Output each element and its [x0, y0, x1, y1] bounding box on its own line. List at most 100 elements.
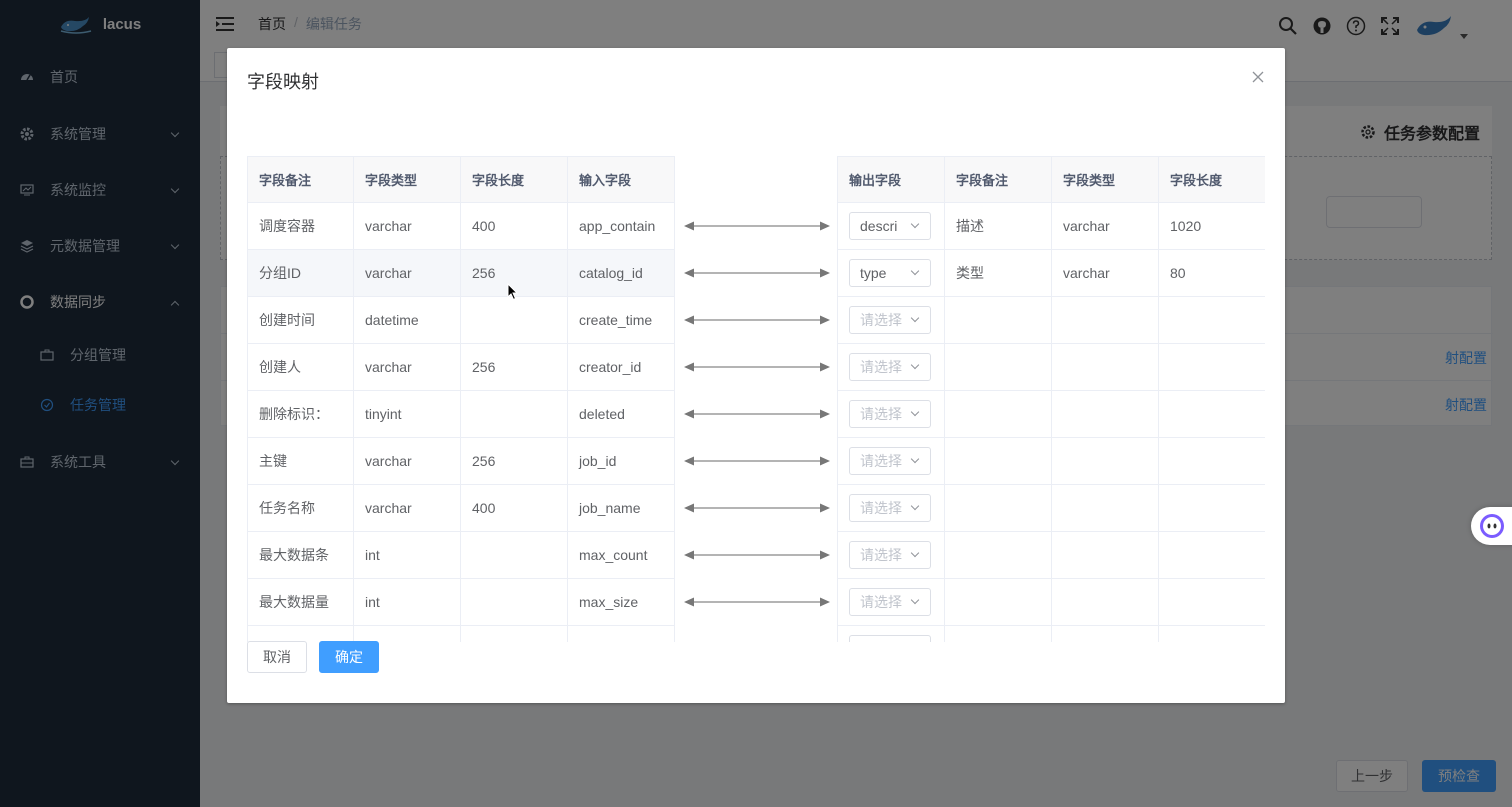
- table-cell: 主键: [247, 437, 354, 485]
- sidebar-mask: [0, 0, 200, 807]
- table-cell: varchar: [353, 202, 461, 250]
- mouse-cursor-icon: [507, 283, 519, 301]
- confirm-button[interactable]: 确定: [319, 641, 379, 673]
- double-arrow-icon: [684, 597, 830, 606]
- table-cell: [460, 296, 568, 344]
- table-cell: [1051, 484, 1159, 532]
- table-cell: [1158, 484, 1265, 532]
- field-mapping-dialog: 字段映射 字段备注 字段类型 字段长度 输入字段 调度容器 varchar 400 a…: [227, 48, 1285, 703]
- table-cell: [944, 625, 1052, 642]
- chevron-down-icon: [910, 501, 920, 511]
- table-cell: [460, 531, 568, 579]
- column-header: 字段长度: [460, 156, 568, 203]
- table-cell: create_time: [567, 296, 675, 344]
- assistant-float-button[interactable]: [1471, 507, 1512, 545]
- output-field-select[interactable]: descri: [849, 212, 931, 240]
- output-field-select[interactable]: 请选择: [849, 400, 931, 428]
- mapping-arrow: [684, 484, 830, 531]
- output-field-select[interactable]: 请选择: [849, 353, 931, 381]
- table-row: 请选择: [837, 296, 1265, 344]
- double-arrow-icon: [684, 550, 830, 559]
- close-icon[interactable]: [1251, 70, 1265, 84]
- double-arrow-icon: [684, 409, 830, 418]
- double-arrow-icon: [684, 268, 830, 277]
- dialog-title: 字段映射: [247, 72, 319, 92]
- table-cell: int: [353, 531, 461, 579]
- table-cell: varchar: [353, 484, 461, 532]
- table-cell: varchar: [353, 249, 461, 297]
- mapping-arrow: [684, 202, 830, 249]
- mapping-arrows: [684, 202, 830, 642]
- bot-icon: [1480, 514, 1504, 538]
- table-row: 请选择: [837, 578, 1265, 626]
- table-row: [837, 625, 1265, 642]
- table-cell: [1158, 296, 1265, 344]
- table-cell: varchar: [1051, 249, 1159, 297]
- double-arrow-icon: [684, 221, 830, 230]
- mapping-arrow: [684, 625, 830, 642]
- mapping-body: 字段备注 字段类型 字段长度 输入字段 调度容器 varchar 400 app_co…: [247, 156, 1265, 642]
- table-cell: [1051, 343, 1159, 391]
- mapping-arrow: [684, 343, 830, 390]
- sidebar: lacus 首页 系统管理 系统监控 元数据管理 数据同步: [0, 0, 200, 807]
- input-fields-table: 字段备注 字段类型 字段长度 输入字段 调度容器 varchar 400 app_co…: [247, 156, 675, 642]
- table-cell: [1051, 531, 1159, 579]
- table-row: 创建人 varchar 256 creator_id: [247, 343, 675, 391]
- table-cell: int: [353, 578, 461, 626]
- select-value: 请选择: [860, 594, 902, 610]
- column-header: 字段备注: [247, 156, 354, 203]
- table-cell: job_id: [567, 437, 675, 485]
- output-field-select[interactable]: [849, 635, 931, 642]
- chevron-down-icon: [910, 313, 920, 323]
- table-cell: 创建时间: [247, 296, 354, 344]
- table-cell: 类型: [944, 249, 1052, 297]
- table-cell: [1051, 625, 1159, 642]
- table-row: 请选择: [837, 437, 1265, 485]
- select-value: 请选择: [860, 500, 902, 516]
- output-field-select[interactable]: 请选择: [849, 588, 931, 616]
- column-header: 输出字段: [837, 156, 945, 203]
- table-row: descri 描述 varchar 1020: [837, 202, 1265, 250]
- table-cell: 最大数据条: [247, 531, 354, 579]
- output-fields-table: 输出字段 字段备注 字段类型 字段长度 descri 描述 varchar 1020 t…: [837, 156, 1265, 642]
- table-cell: [944, 484, 1052, 532]
- double-arrow-icon: [684, 315, 830, 324]
- chevron-down-icon: [910, 595, 920, 605]
- table-cell: 256: [460, 437, 568, 485]
- table-cell: tinyint: [353, 390, 461, 438]
- table-row: 任务名称 varchar 400 job_name: [247, 484, 675, 532]
- table-cell: [1051, 390, 1159, 438]
- mapping-arrow: [684, 390, 830, 437]
- table-cell: 请选择: [837, 296, 945, 344]
- table-cell: max_count: [567, 531, 675, 579]
- dialog-footer: 取消 确定: [247, 641, 379, 673]
- table-cell: 请选择: [837, 484, 945, 532]
- output-field-select[interactable]: 请选择: [849, 494, 931, 522]
- select-value: type: [860, 265, 887, 281]
- output-field-select[interactable]: 请选择: [849, 447, 931, 475]
- table-cell: app_contain: [567, 202, 675, 250]
- table-cell: [460, 578, 568, 626]
- table-cell: 描述: [944, 202, 1052, 250]
- table-cell: [460, 625, 568, 642]
- table-cell: [1158, 437, 1265, 485]
- table-cell: 分组ID: [247, 249, 354, 297]
- output-field-select[interactable]: 请选择: [849, 541, 931, 569]
- table-cell: 80: [1158, 249, 1265, 297]
- output-field-select[interactable]: 请选择: [849, 306, 931, 334]
- cancel-button[interactable]: 取消: [247, 641, 307, 673]
- column-header: 输入字段: [567, 156, 675, 203]
- table-cell: [944, 390, 1052, 438]
- table-cell: deleted: [567, 390, 675, 438]
- table-row: 请选择: [837, 531, 1265, 579]
- table-cell: 请选择: [837, 390, 945, 438]
- chevron-down-icon: [910, 266, 920, 276]
- table-cell: [1158, 390, 1265, 438]
- table-cell: descri: [837, 202, 945, 250]
- table-cell: catalog_id: [567, 249, 675, 297]
- select-value: 请选择: [860, 406, 902, 422]
- table-row: 请选择: [837, 484, 1265, 532]
- table-cell: varchar: [353, 343, 461, 391]
- output-field-select[interactable]: type: [849, 259, 931, 287]
- select-value: 请选择: [860, 312, 902, 328]
